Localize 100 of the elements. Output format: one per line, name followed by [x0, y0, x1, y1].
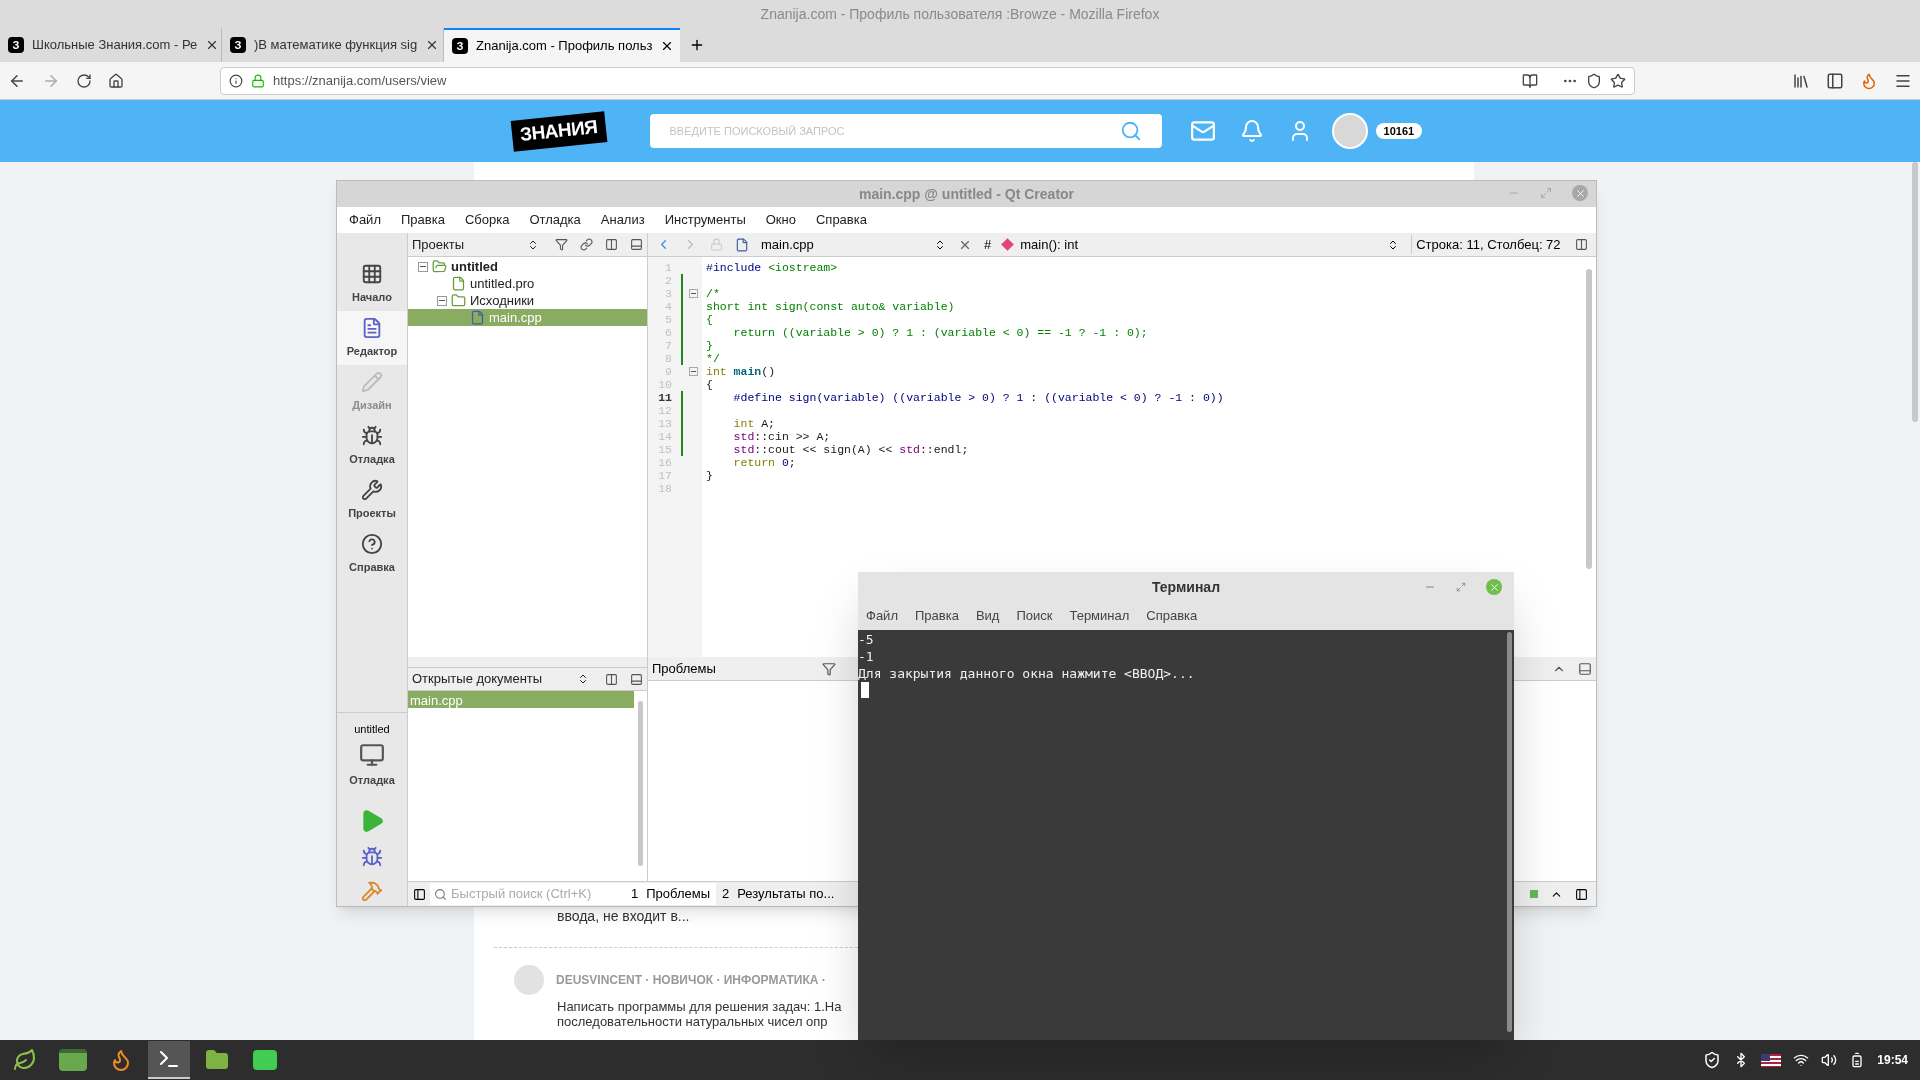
- menu-item[interactable]: Правка: [400, 210, 445, 230]
- terminal-output[interactable]: -5 -1 Для закрытия данного окна нажмите <ВВОД>...: [858, 630, 1514, 1040]
- menu-item[interactable]: Инструменты: [664, 210, 746, 230]
- code-line: #define sign(variable) ((variable > 0) ? 1 : ((variable < 0) ? -1 : 0)): [732, 391, 1224, 404]
- wifi-icon[interactable]: [1793, 1052, 1810, 1068]
- folder-icon: [432, 259, 447, 274]
- fold-toggle[interactable]: [689, 367, 698, 376]
- menu-item[interactable]: Поиск: [1016, 606, 1053, 626]
- code-line: #include <iostream>: [706, 261, 838, 274]
- link-icon[interactable]: [580, 238, 593, 251]
- file-icon: [735, 237, 749, 252]
- mode-tab[interactable]: Проекты: [337, 473, 407, 527]
- folder-icon: [451, 293, 466, 308]
- code-line: int A;: [732, 417, 776, 430]
- info-icon: [229, 73, 243, 88]
- split-icon[interactable]: [605, 238, 618, 251]
- new-tab-icon[interactable]: [689, 37, 705, 53]
- output-line: -1: [858, 648, 875, 665]
- documents-view-selector[interactable]: Открытые документы: [412, 669, 593, 689]
- points-badge: 10161: [1375, 122, 1423, 140]
- pencil-icon: [361, 370, 383, 393]
- mode-tab[interactable]: Редактор: [337, 311, 407, 365]
- favicon: З: [452, 38, 468, 54]
- menu-item[interactable]: Терминал: [1069, 606, 1130, 626]
- code-line: }: [706, 339, 713, 352]
- close-icon: [1488, 581, 1500, 593]
- fold-toggle[interactable]: [689, 289, 698, 298]
- collapse-toggle[interactable]: [437, 295, 447, 306]
- code-line: std::cin >> A;: [732, 430, 831, 443]
- shield-icon[interactable]: [1703, 1051, 1722, 1069]
- output-line: -5: [858, 631, 875, 648]
- library-icon[interactable]: [1792, 71, 1810, 90]
- reader-icon: [1522, 72, 1538, 89]
- sidebar-icon[interactable]: [1826, 71, 1844, 90]
- window-title: Терминал: [1151, 577, 1221, 597]
- code-line: return 0;: [732, 456, 796, 469]
- clock[interactable]: 19:54: [1877, 1051, 1908, 1069]
- projects-view-selector[interactable]: Проекты: [412, 234, 543, 255]
- grid-icon: [361, 262, 383, 285]
- monitor-icon[interactable]: [359, 741, 385, 768]
- search-icon: [434, 887, 447, 901]
- split-icon[interactable]: [605, 672, 618, 686]
- kit-build[interactable]: Отладка: [349, 771, 395, 788]
- file-icon: [451, 276, 466, 291]
- mode-tab[interactable]: Начало: [337, 257, 407, 311]
- favicon: З: [230, 37, 246, 53]
- volume-icon[interactable]: [1821, 1052, 1838, 1068]
- updown-icon: [527, 238, 539, 251]
- mode-tab[interactable]: Справка: [337, 527, 407, 581]
- favicon: З: [8, 37, 24, 53]
- menu-item[interactable]: Справка: [815, 210, 867, 230]
- star-icon[interactable]: [1610, 72, 1626, 89]
- code-line: std::cout << sign(A) << std::endl;: [732, 443, 969, 456]
- menu-item[interactable]: Файл: [349, 210, 381, 230]
- browser-tab[interactable]: З Znanija.com - Профиль польз: [444, 28, 680, 62]
- address-bar[interactable]: https://znanija.com/users/view: [220, 66, 1635, 95]
- reload-icon[interactable]: [76, 72, 92, 89]
- window-title: main.cpp @ untitled - Qt Creator: [858, 184, 1075, 204]
- debug-run-icon[interactable]: [361, 846, 383, 868]
- menu-item[interactable]: Анализ: [600, 210, 645, 230]
- filter-icon[interactable]: [555, 238, 568, 251]
- menu-item[interactable]: Правка: [914, 606, 959, 626]
- menu-item[interactable]: Окно: [765, 210, 796, 230]
- symbol-selector[interactable]: main(): int: [1003, 234, 1400, 255]
- qt-icon: [253, 1050, 277, 1070]
- menu-item[interactable]: Вид: [975, 606, 1000, 626]
- menu-item[interactable]: Справка: [1146, 606, 1198, 626]
- output-tab[interactable]: 2 Результаты по...: [716, 883, 841, 905]
- output-toggle-icon[interactable]: [1575, 887, 1588, 901]
- close-pane-icon[interactable]: [630, 238, 643, 251]
- wrench-icon: [361, 478, 383, 501]
- close-pane-icon[interactable]: [630, 672, 643, 686]
- question-text-line: последовательности натуральных чисел опр: [557, 1014, 828, 1029]
- code-line: int main(): [706, 365, 776, 378]
- text-cursor: [861, 682, 869, 698]
- logo[interactable]: ЗНАНИЯ: [510, 110, 607, 152]
- mode-tab[interactable]: Отладка: [337, 419, 407, 473]
- window-title: Znanija.com - Профиль пользователя :Browze - Mozilla Firefox: [0, 0, 1920, 28]
- close-pane-icon[interactable]: [1578, 661, 1592, 676]
- menu-item[interactable]: Сборка: [464, 210, 510, 230]
- tree-item[interactable]: Исходники: [408, 292, 647, 309]
- kit-project[interactable]: untitled: [354, 721, 390, 738]
- tree-item[interactable]: untitled: [408, 258, 647, 275]
- flag-icon[interactable]: [1761, 1053, 1782, 1067]
- menu-item[interactable]: Файл: [866, 606, 898, 626]
- open-file-selector[interactable]: main.cpp: [761, 234, 946, 255]
- home-icon[interactable]: [108, 72, 124, 89]
- document-icon: [361, 316, 383, 339]
- output-line: Для закрытия данного окна нажмите <ВВОД>...: [858, 665, 1196, 682]
- collapse-toggle[interactable]: [418, 261, 428, 272]
- tree-item[interactable]: untitled.pro: [408, 275, 647, 292]
- flame-icon[interactable]: [1860, 71, 1878, 90]
- taskbar-app[interactable]: [148, 1041, 190, 1079]
- sidebar-toggle-icon[interactable]: [412, 887, 426, 901]
- split-icon[interactable]: [1575, 238, 1588, 251]
- lock-icon: [251, 73, 265, 88]
- menu-item[interactable]: Отладка: [529, 210, 581, 230]
- output-tab[interactable]: 1 Проблемы: [625, 883, 716, 905]
- updown-icon: [577, 673, 589, 685]
- symbol-marker: #: [984, 235, 992, 254]
